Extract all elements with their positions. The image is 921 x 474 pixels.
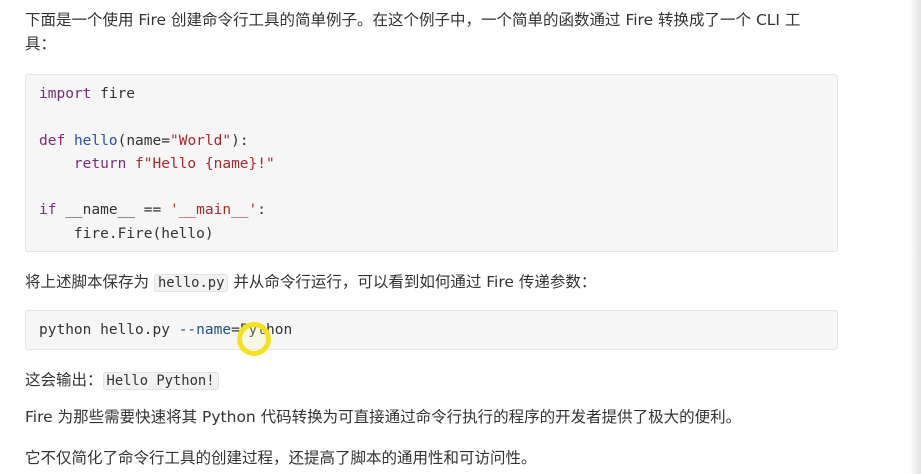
output-paragraph: 这会输出： Hello Python! [25,368,219,393]
mouse-cursor-highlight [237,322,271,356]
summary-paragraph: 它不仅简化了命令行工具的创建过程，还提高了脚本的通用性和可访问性。 [25,449,537,467]
code-token: python hello.py [39,322,179,338]
inline-code-output: Hello Python! [102,372,219,390]
code-token: fire [91,86,136,102]
code-content: import fire def hello(name="World"): ret… [39,83,275,246]
intro-paragraph: 下面是一个使用 Fire 创建命令行工具的简单例子。在这个例子中，一个简单的函数… [25,11,801,53]
right-edge-shadow [909,0,921,474]
code-token: __name__ == [56,202,170,219]
code-token: f"Hello {name}!" [135,155,275,172]
code-token: hello [73,132,118,149]
save-instructions-paragraph: 将上述脚本保存为 hello.py 并从命令行运行，可以看到如何通过 Fire … [25,270,596,295]
code-token: '__main__' [169,202,258,219]
code-block-command[interactable]: python hello.py --name=Python [25,310,838,350]
code-token: def [39,132,66,149]
code-token: if [39,202,57,219]
code-token: --name [178,322,232,338]
code-block-python-script[interactable]: import fire def hello(name="World"): ret… [25,74,838,252]
code-token: fire.Fire(hello) [39,225,214,242]
text-segment: 将上述脚本保存为 [25,273,154,291]
text-segment: 这会输出： [25,371,103,389]
code-token: (name= [117,132,170,149]
code-token: return [73,155,127,172]
code-token: : [257,202,267,219]
code-token: "World" [169,132,232,149]
text-segment: 并从命令行运行，可以看到如何通过 Fire 传递参数： [228,273,597,291]
code-token: import [39,86,92,102]
inline-code-filename: hello.py [153,274,229,292]
code-token: ): [231,132,249,149]
fire-description-paragraph: Fire 为那些需要快速将其 Python 代码转换为可直接通过命令行执行的程序… [25,408,742,426]
